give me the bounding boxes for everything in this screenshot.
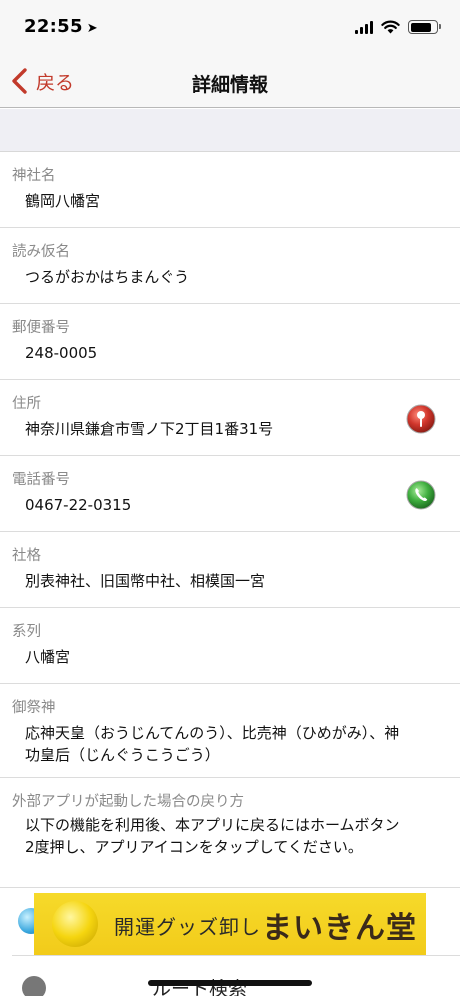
field-value: 0467-22-0315 [25,496,132,514]
field-label: 電話番号 [12,472,70,488]
field-label: 郵便番号 [12,320,70,336]
field-label: 読み仮名 [12,244,70,260]
field-value: 以下の機能を利用後、本アプリに戻るにはホームボタン2度押し、アプリアイコンをタッ… [25,816,400,856]
list-item-lineage: 系列 八幡宮 [0,608,460,684]
ad-text-large: まいきん堂 [262,911,417,946]
field-value: 神奈川県鎌倉市雪ノ下2丁目1番31号 [25,420,274,438]
status-time: 22:55 ➤ [24,16,98,37]
navigation-arrow-icon[interactable] [22,976,46,996]
field-value: 八幡宮 [25,648,71,666]
status-icons [355,19,441,35]
list-item-shrine-name: 神社名 鶴岡八幡宮 [0,152,460,228]
detail-list: 神社名 鶴岡八幡宮 読み仮名 つるがおかはちまんぐう 郵便番号 248-0005… [0,152,460,888]
field-value: 鶴岡八幡宮 [25,192,101,210]
list-item-deities: 御祭神 応神天皇（おうじんてんのう）、比売神（ひめがみ）、神功皇后（じんぐうこう… [0,684,460,778]
navigation-bar: 戻る 詳細情報 [0,56,460,108]
ad-banner[interactable]: 開運グッズ卸し まいきん堂 [34,893,426,955]
status-bar: 22:55 ➤ [0,0,460,56]
field-value: 248-0005 [25,344,98,362]
field-label: 社格 [12,548,41,564]
field-label: 系列 [12,624,41,640]
field-value: つるがおかはちまんぐう [25,268,190,286]
field-label: 御祭神 [12,700,56,716]
list-item-postal-code: 郵便番号 248-0005 [0,304,460,380]
field-label: 神社名 [12,168,56,184]
wifi-icon [381,20,400,34]
list-item-shrine-rank: 社格 別表神社、旧国幣中社、相模国一宮 [0,532,460,608]
phone-icon[interactable] [406,480,436,510]
sun-logo-icon [52,901,98,947]
field-value: 別表神社、旧国幣中社、相模国一宮 [25,572,266,590]
home-indicator[interactable] [148,980,312,986]
ad-text-small: 開運グッズ卸し [114,915,261,939]
time-text: 22:55 [24,16,83,37]
signal-icon [355,20,373,34]
list-item-reading: 読み仮名 つるがおかはちまんぐう [0,228,460,304]
section-header-gap [0,109,460,152]
map-pin-icon[interactable] [406,404,436,434]
list-item-phone[interactable]: 電話番号 0467-22-0315 [0,456,460,532]
list-item-address[interactable]: 住所 神奈川県鎌倉市雪ノ下2丁目1番31号 [0,380,460,456]
field-value: 応神天皇（おうじんてんのう）、比売神（ひめがみ）、神功皇后（じんぐうこうごう） [25,724,400,764]
page-title: 詳細情報 [191,74,268,96]
battery-icon [408,20,441,34]
location-arrow-icon: ➤ [86,21,98,36]
field-label: 住所 [12,396,41,412]
divider [12,955,460,956]
field-label: 外部アプリが起動した場合の戻り方 [12,794,244,810]
list-item-return-instructions: 外部アプリが起動した場合の戻り方 以下の機能を利用後、本アプリに戻るにはホームボ… [0,778,460,888]
